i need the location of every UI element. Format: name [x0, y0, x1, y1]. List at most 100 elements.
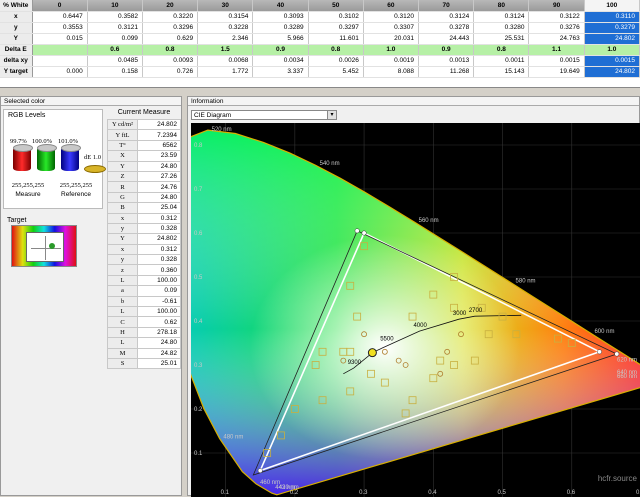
- grid-cell[interactable]: 0.3278: [418, 22, 475, 34]
- grid-cell[interactable]: 24.763: [528, 33, 585, 45]
- grid-cell[interactable]: 0.6447: [32, 11, 88, 23]
- x-tick-label: 0.7: [636, 490, 640, 496]
- measure-key: Y: [107, 233, 138, 245]
- grid-cell[interactable]: 0.3279: [584, 22, 640, 34]
- grid-cell[interactable]: 0.9: [418, 44, 475, 56]
- grid-cell[interactable]: 0.0068: [197, 55, 254, 67]
- grid-cell[interactable]: 0.3121: [87, 22, 143, 34]
- grid-column-header[interactable]: 40: [252, 0, 309, 12]
- grid-cell[interactable]: 0.3220: [142, 11, 199, 23]
- grid-cell[interactable]: 5.966: [252, 33, 309, 45]
- diagram-select[interactable]: CIE Diagram ▾: [191, 110, 337, 120]
- grid-cell[interactable]: 0.629: [142, 33, 199, 45]
- grid-cell[interactable]: 0.9: [252, 44, 309, 56]
- grid-cell[interactable]: 1.1: [528, 44, 585, 56]
- grid-cell[interactable]: 0.3553: [32, 22, 88, 34]
- grid-cell[interactable]: 0.3307: [363, 22, 420, 34]
- grid-row-label: y: [0, 22, 33, 34]
- grid-cell[interactable]: 0.0015: [528, 55, 585, 67]
- grid-cell[interactable]: 0.000: [32, 66, 88, 78]
- grid-cell[interactable]: 0.0011: [473, 55, 530, 67]
- grid-cell[interactable]: 0.0019: [363, 55, 420, 67]
- grid-column-header[interactable]: 60: [363, 0, 420, 12]
- grid-cell[interactable]: 1.0: [584, 44, 640, 56]
- grid-cell[interactable]: 0.3093: [252, 11, 309, 23]
- grid-cell[interactable]: 19.649: [528, 66, 585, 78]
- grid-cell[interactable]: 0.3289: [252, 22, 309, 34]
- grid-cell[interactable]: 0.8: [308, 44, 364, 56]
- grid-column-header[interactable]: 80: [473, 0, 530, 12]
- grid-cell[interactable]: 11.268: [418, 66, 475, 78]
- chevron-down-icon[interactable]: ▾: [327, 111, 336, 119]
- measure-value: 25.01: [137, 357, 181, 370]
- grid-column-header[interactable]: 20: [142, 0, 199, 12]
- grid-column-header[interactable]: 100: [584, 0, 640, 12]
- grid-cell[interactable]: [32, 44, 88, 56]
- grid-cell[interactable]: 1.772: [197, 66, 254, 78]
- grid-cell[interactable]: 24.802: [584, 33, 640, 45]
- grid-cell[interactable]: 0.8: [473, 44, 530, 56]
- measure-key: b: [107, 295, 138, 308]
- primary-point: [614, 351, 620, 357]
- measure-key: Y: [107, 160, 138, 172]
- grid-cell[interactable]: 0.3154: [197, 11, 254, 23]
- grid-cell[interactable]: 25.531: [473, 33, 530, 45]
- grid-cell[interactable]: 0.158: [87, 66, 143, 78]
- grid-cell[interactable]: 8.088: [363, 66, 420, 78]
- grid-cell[interactable]: 20.031: [363, 33, 420, 45]
- grid-cell[interactable]: 0.8: [142, 44, 199, 56]
- grid-cell[interactable]: 0.0026: [308, 55, 364, 67]
- measure-key: Y cd/m²: [107, 118, 138, 131]
- grid-cell[interactable]: 0.3124: [473, 11, 530, 23]
- grid-cell[interactable]: 0.099: [87, 33, 143, 45]
- grid-cell[interactable]: 15.143: [473, 66, 530, 78]
- grid-cell[interactable]: 0.3120: [363, 11, 420, 23]
- grid-column-header[interactable]: 0: [32, 0, 88, 12]
- grid-cell[interactable]: 0.3122: [528, 11, 585, 23]
- grid-cell[interactable]: 24.443: [418, 33, 475, 45]
- grid-column-header[interactable]: 10: [87, 0, 143, 12]
- measure-key: R: [107, 181, 138, 193]
- grid-cell[interactable]: [32, 55, 88, 67]
- grid-cell[interactable]: 0.0015: [584, 55, 640, 67]
- grid-cell[interactable]: 0.3102: [308, 11, 364, 23]
- measure-key: Z: [107, 170, 138, 183]
- grid-cell[interactable]: 0.3276: [528, 22, 585, 34]
- grid-cell[interactable]: 3.337: [252, 66, 309, 78]
- target-swatch: [11, 225, 77, 267]
- grid-cell[interactable]: 5.452: [308, 66, 364, 78]
- grid-cell[interactable]: 0.3297: [308, 22, 364, 34]
- measure-label: Measure: [15, 191, 41, 198]
- diagram-select-value: CIE Diagram: [194, 112, 232, 119]
- grid-cell[interactable]: 0.3296: [142, 22, 199, 34]
- grid-cell[interactable]: 1.0: [363, 44, 420, 56]
- grid-cell[interactable]: 0.3110: [584, 11, 640, 23]
- measure-value: -0.61: [137, 295, 181, 308]
- grid-cell[interactable]: 2.346: [197, 33, 254, 45]
- cie-diagram[interactable]: 2700 3000 4000 5500 9300 520 nm 540 nm 560 nm 58…: [191, 123, 640, 497]
- wavelength-label: 560 nm: [419, 218, 439, 224]
- grid-column-header[interactable]: 90: [528, 0, 585, 12]
- grid-cell[interactable]: 0.015: [32, 33, 88, 45]
- grid-cell[interactable]: 0.3124: [418, 11, 475, 23]
- grid-column-header[interactable]: 30: [197, 0, 254, 12]
- x-tick-label: 0.6: [567, 490, 576, 496]
- measurement-grid[interactable]: % White 0 10 20 30 40 50 60 70 80 90 100 x 0.6447 0.35…: [0, 0, 640, 88]
- grid-cell[interactable]: 0.0013: [418, 55, 475, 67]
- grid-cell[interactable]: 0.3228: [197, 22, 254, 34]
- grid-cell[interactable]: 11.601: [308, 33, 364, 45]
- grid-cell[interactable]: 0.726: [142, 66, 199, 78]
- grid-cell[interactable]: 0.3280: [473, 22, 530, 34]
- grid-cell[interactable]: 1.5: [197, 44, 254, 56]
- grid-cell[interactable]: 0.0093: [142, 55, 199, 67]
- grid-cell[interactable]: 24.802: [584, 66, 640, 78]
- measure-value: 23.59: [137, 150, 181, 162]
- grid-cell[interactable]: 0.0034: [252, 55, 309, 67]
- measure-key: y: [107, 254, 138, 266]
- grid-cell[interactable]: 0.6: [87, 44, 143, 56]
- current-measure-title: Current Measure: [117, 109, 171, 116]
- grid-column-header[interactable]: 70: [418, 0, 475, 12]
- grid-cell[interactable]: 0.3582: [87, 11, 143, 23]
- grid-column-header[interactable]: 50: [308, 0, 364, 12]
- grid-cell[interactable]: 0.0485: [87, 55, 143, 67]
